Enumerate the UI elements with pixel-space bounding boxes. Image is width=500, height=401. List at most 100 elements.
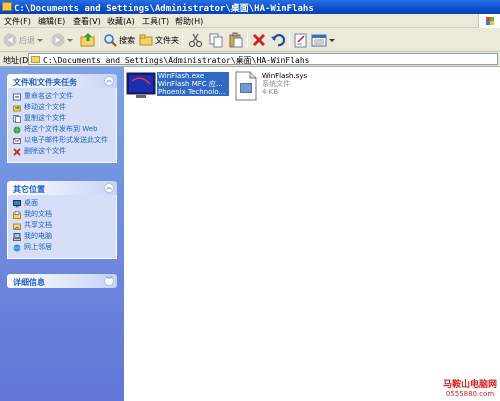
details-title: 详细信息 [13,278,45,287]
file-type: 系统文件 [262,80,290,88]
task-pane: 文件和文件夹任务 ︽ 重命名这个文件 移动这个文件 复制这个文件 将这个文件发布… [0,67,124,401]
place-my-computer-label: 我的电脑 [24,232,52,240]
place-shared-documents-label: 共享文档 [24,221,52,229]
place-desktop-label: 桌面 [24,199,38,207]
copy-button[interactable] [208,31,224,49]
undo-icon [271,34,286,47]
forward-arrow-icon [51,33,65,47]
place-shared-documents[interactable]: 共享文档 [8,221,116,231]
up-button[interactable] [80,31,96,49]
other-places-panel: 其它位置 ︽ 桌面 我的文档 共享文档 我的电脑 网上邻居 [7,181,117,259]
menu-favorites[interactable]: 收藏(A) [107,16,135,27]
task-rename[interactable]: 重命名这个文件 [8,92,116,102]
toolbar: 后退 搜索 文件夹 [0,28,500,52]
task-email[interactable]: 以电子邮件形式发送此文件 [8,136,116,146]
toolbar-separator [99,32,100,48]
other-places-header[interactable]: 其它位置 ︽ [7,181,117,195]
file-size: 4 KB [262,88,279,96]
task-rename-label: 重命名这个文件 [24,92,73,100]
task-copy[interactable]: 复制这个文件 [8,114,116,124]
place-my-documents-label: 我的文档 [24,210,52,218]
folders-icon [139,34,153,46]
chevron-down-icon [329,39,335,42]
delete-icon [13,148,21,156]
folders-label: 文件夹 [155,35,179,45]
folders-button[interactable]: 文件夹 [139,31,179,49]
place-my-documents[interactable]: 我的文档 [8,210,116,220]
properties-button[interactable] [293,31,309,49]
move-icon [13,105,21,112]
undo-button[interactable] [270,31,286,49]
file-tasks-title: 文件和文件夹任务 [13,78,77,87]
collapse-chevron-icon[interactable]: ︽ [104,183,114,193]
forward-button[interactable] [51,31,73,49]
menu-help[interactable]: 帮助(H) [175,16,203,27]
exe-app-icon [126,72,156,98]
delete-x-icon [253,34,265,46]
menu-file[interactable]: 文件(F) [4,16,31,27]
toolbar-separator [289,32,290,48]
file-name: WinFlash.sys [262,72,308,80]
back-button[interactable]: 后退 [3,31,43,49]
shared-docs-icon [13,223,21,230]
search-button[interactable]: 搜索 [103,31,135,49]
menu-edit[interactable]: 编辑(E) [38,16,65,27]
watermark: 马鞍山电脑网 0555880.com [443,377,497,398]
rename-icon [13,93,21,101]
copy-icon [13,115,21,123]
computer-icon [13,233,21,241]
views-button[interactable] [311,31,335,49]
views-icon [311,34,327,47]
file-tasks-panel: 文件和文件夹任务 ︽ 重命名这个文件 移动这个文件 复制这个文件 将这个文件发布… [7,74,117,163]
file-type: WinFlash MFC 应... [158,80,223,88]
toolbar-separator [182,32,183,48]
other-places-title: 其它位置 [13,185,45,194]
chevron-down-icon [67,39,73,42]
collapse-chevron-icon[interactable]: ︽ [104,76,114,86]
file-list[interactable]: WinFlash.exe WinFlash MFC 应... Phoenix T… [124,67,500,401]
place-desktop[interactable]: 桌面 [8,199,116,209]
expand-chevron-icon[interactable]: ︾ [104,276,114,286]
folder-icon [2,2,12,11]
chevron-down-icon [37,39,43,42]
task-move[interactable]: 移动这个文件 [8,103,116,113]
desktop-icon [13,200,21,208]
paste-icon [229,32,243,48]
delete-button[interactable] [251,31,267,49]
back-arrow-icon [3,33,17,47]
scissors-icon [189,33,202,47]
folder-icon [31,56,40,63]
task-publish-web[interactable]: 将这个文件发布到 Web [8,125,116,135]
task-move-label: 移动这个文件 [24,103,66,111]
menu-view[interactable]: 查看(V) [73,16,101,27]
properties-icon [294,33,307,48]
address-input[interactable]: C:\Documents and Settings\Administrator\… [28,53,498,65]
cut-button[interactable] [188,31,204,49]
file-tasks-header[interactable]: 文件和文件夹任务 ︽ [7,74,117,88]
place-network[interactable]: 网上邻居 [8,243,116,253]
search-label: 搜索 [119,35,135,45]
back-label: 后退 [19,35,35,45]
address-bar: 地址(D) C:\Documents and Settings\Administ… [0,52,500,67]
documents-icon [13,211,21,219]
search-icon [104,34,117,47]
windows-logo-icon [478,14,500,28]
title-bar[interactable]: C:\Documents and Settings\Administrator\… [0,0,500,14]
network-icon [13,244,21,252]
task-delete-label: 删除这个文件 [24,147,66,155]
task-publish-web-label: 将这个文件发布到 Web [24,125,98,133]
details-header[interactable]: 详细信息 ︾ [7,274,117,288]
watermark-url: 0555880.com [445,390,495,398]
task-email-label: 以电子邮件形式发送此文件 [24,136,108,144]
system-file-icon [235,71,257,101]
details-panel: 详细信息 ︾ [7,274,117,288]
menu-tools[interactable]: 工具(T) [142,16,169,27]
menu-bar: 文件(F) 编辑(E) 查看(V) 收藏(A) 工具(T) 帮助(H) [0,14,500,28]
file-name: WinFlash.exe [158,72,205,80]
email-icon [13,138,21,144]
paste-button[interactable] [228,31,244,49]
place-network-label: 网上邻居 [24,243,52,251]
web-publish-icon [13,126,21,134]
task-delete[interactable]: 删除这个文件 [8,147,116,157]
place-my-computer[interactable]: 我的电脑 [8,232,116,242]
